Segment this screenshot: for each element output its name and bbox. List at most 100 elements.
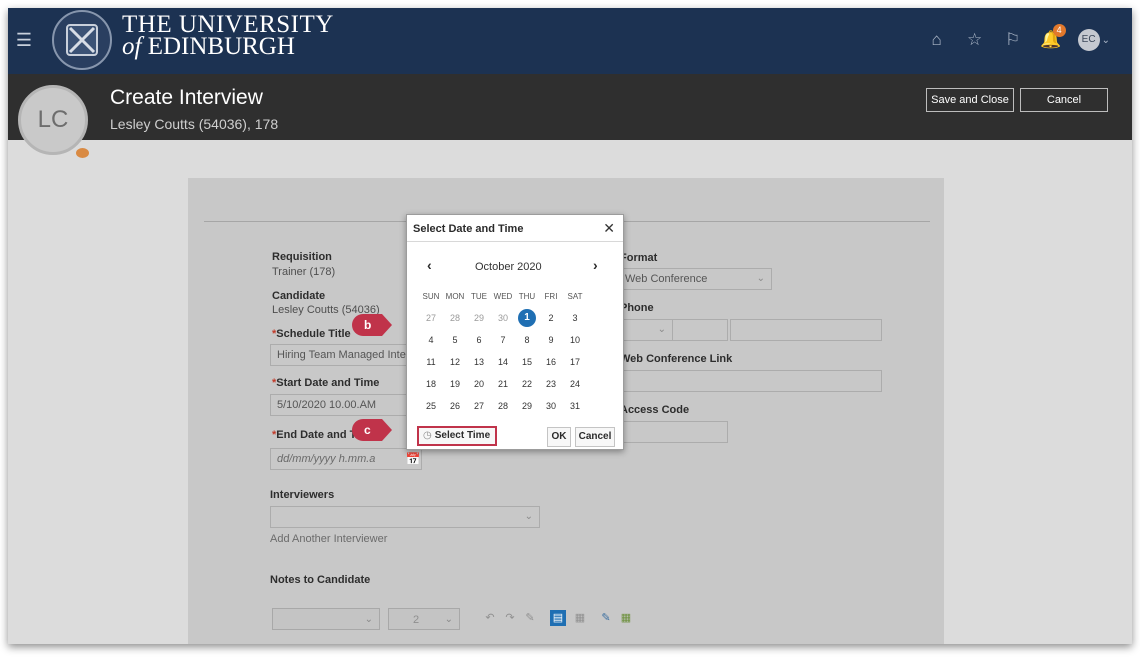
redo-icon[interactable]: ↷ bbox=[502, 610, 518, 626]
callout-c: c bbox=[352, 419, 392, 441]
cancel-button[interactable]: Cancel bbox=[1020, 88, 1108, 112]
phone-area-input[interactable] bbox=[672, 319, 728, 341]
access-code-input[interactable] bbox=[618, 421, 728, 443]
calendar-day[interactable]: 18 bbox=[419, 379, 443, 389]
calendar-day[interactable]: 11 bbox=[419, 357, 443, 367]
chevron-down-icon: ⌄ bbox=[444, 614, 453, 625]
calendar-day[interactable]: 26 bbox=[443, 401, 467, 411]
start-date-input[interactable]: 5/10/2020 10.00.AM bbox=[270, 394, 410, 416]
web-conference-link-input[interactable] bbox=[618, 370, 882, 392]
flag-icon[interactable]: ⚐ bbox=[1002, 29, 1024, 51]
select-date-time-dialog: Select Date and Time ✕ ‹ October 2020 › … bbox=[406, 214, 624, 450]
callout-b: b bbox=[352, 314, 392, 336]
calendar-day[interactable]: 9 bbox=[539, 335, 563, 345]
calendar-day[interactable]: 24 bbox=[563, 379, 587, 389]
spellcheck-icon[interactable]: ✎ bbox=[598, 610, 614, 626]
calendar-day[interactable]: 7 bbox=[491, 335, 515, 345]
previous-month-icon[interactable]: ‹ bbox=[427, 257, 432, 273]
eraser-icon[interactable]: ✎ bbox=[522, 610, 538, 626]
add-interviewer-link[interactable]: Add Another Interviewer bbox=[270, 533, 387, 545]
calendar-day[interactable]: 25 bbox=[419, 401, 443, 411]
notification-badge: 4 bbox=[1052, 24, 1066, 37]
calendar-week: 27 28 29 30 1 2 3 bbox=[419, 307, 615, 329]
calendar-day[interactable]: 3 bbox=[563, 313, 587, 323]
calendar-day[interactable]: 17 bbox=[563, 357, 587, 367]
interviewers-label: Interviewers bbox=[270, 489, 335, 501]
calendar-day[interactable]: 30 bbox=[491, 313, 515, 323]
calendar-day[interactable]: 6 bbox=[467, 335, 491, 345]
end-date-input[interactable]: dd/mm/yyyy h.mm.a bbox=[270, 448, 422, 470]
weekday-mon: MON bbox=[445, 291, 465, 301]
calendar-day[interactable]: 28 bbox=[491, 401, 515, 411]
calendar-day[interactable]: 2 bbox=[539, 313, 563, 323]
select-time-button[interactable]: ◷ Select Time bbox=[417, 426, 497, 446]
schedule-title-label: *Schedule Title bbox=[272, 328, 351, 340]
month-year: October 2020 bbox=[475, 261, 542, 273]
font-size-select[interactable]: 2 ⌄ bbox=[388, 608, 460, 630]
weekday-fri: FRI bbox=[544, 291, 558, 301]
candidate-label: Candidate bbox=[272, 290, 326, 302]
calendar-day[interactable]: 5 bbox=[443, 335, 467, 345]
font-family-select[interactable]: ⌄ bbox=[272, 608, 380, 630]
source-view-icon[interactable]: ▤ bbox=[550, 610, 566, 626]
phone-country-select[interactable]: ⌄ bbox=[618, 319, 673, 341]
ok-button[interactable]: OK bbox=[547, 427, 571, 447]
calendar-week: 25 26 27 28 29 30 31 bbox=[419, 395, 615, 417]
calendar-week: 11 12 13 14 15 16 17 bbox=[419, 351, 615, 373]
user-avatar: EC bbox=[1077, 29, 1100, 51]
calendar-day[interactable]: 8 bbox=[515, 335, 539, 345]
preview-icon[interactable]: ▦ bbox=[572, 610, 588, 626]
schedule-title-input[interactable]: Hiring Team Managed Inte bbox=[270, 344, 410, 366]
requisition-value: Trainer (178) bbox=[272, 266, 336, 278]
format-select[interactable]: Web Conference ⌄ bbox=[618, 268, 772, 290]
university-brand: THE UNIVERSITY of EDINBURGH bbox=[122, 12, 334, 59]
favorites-star-icon[interactable]: ☆ bbox=[964, 29, 986, 51]
menu-icon[interactable]: ☰ bbox=[14, 30, 34, 50]
dialog-cancel-button[interactable]: Cancel bbox=[575, 427, 615, 447]
calendar-day[interactable]: 22 bbox=[515, 379, 539, 389]
calendar-day[interactable]: 4 bbox=[419, 335, 443, 345]
interviewers-select[interactable]: ⌄ bbox=[270, 506, 540, 528]
calendar-day[interactable]: 16 bbox=[539, 357, 563, 367]
calendar-day-selected[interactable]: 1 bbox=[515, 309, 539, 327]
calendar-day[interactable]: 13 bbox=[467, 357, 491, 367]
clock-icon: ◷ bbox=[423, 430, 432, 441]
calendar-day[interactable]: 29 bbox=[515, 401, 539, 411]
calendar-day[interactable]: 23 bbox=[539, 379, 563, 389]
web-conference-link-label: Web Conference Link bbox=[620, 353, 733, 365]
chevron-down-icon: ⌄ bbox=[657, 324, 666, 335]
calendar-day[interactable]: 12 bbox=[443, 357, 467, 367]
calendar-day[interactable]: 19 bbox=[443, 379, 467, 389]
status-dot bbox=[76, 148, 89, 158]
calendar-day[interactable]: 30 bbox=[539, 401, 563, 411]
app-window: ☰ THE UNIVERSITY of EDINBURGH ⌂ ☆ ⚐ 🔔 4 E… bbox=[8, 8, 1132, 644]
calendar-day[interactable]: 27 bbox=[419, 313, 443, 323]
select-time-label: Select Time bbox=[434, 430, 491, 441]
calendar-icon[interactable]: 📅 bbox=[404, 450, 422, 468]
calendar-day[interactable]: 28 bbox=[443, 313, 467, 323]
chevron-down-icon: ⌄ bbox=[1101, 34, 1110, 46]
phone-number-input[interactable] bbox=[730, 319, 882, 341]
calendar-day[interactable]: 29 bbox=[467, 313, 491, 323]
calendar-day[interactable]: 21 bbox=[491, 379, 515, 389]
top-bar: ☰ THE UNIVERSITY of EDINBURGH ⌂ ☆ ⚐ 🔔 4 E… bbox=[8, 8, 1132, 74]
page-title: Create Interview bbox=[110, 86, 263, 109]
calendar-day[interactable]: 10 bbox=[563, 335, 587, 345]
notes-label: Notes to Candidate bbox=[270, 574, 371, 586]
close-icon[interactable]: ✕ bbox=[603, 220, 615, 237]
calendar-day[interactable]: 20 bbox=[467, 379, 491, 389]
calendar-week: 4 5 6 7 8 9 10 bbox=[419, 329, 615, 351]
table-icon[interactable]: ▦ bbox=[618, 610, 634, 626]
calendar-day[interactable]: 31 bbox=[563, 401, 587, 411]
start-date-label: *Start Date and Time bbox=[272, 377, 379, 389]
next-month-icon[interactable]: › bbox=[593, 257, 598, 273]
home-icon[interactable]: ⌂ bbox=[926, 29, 948, 51]
calendar-day[interactable]: 15 bbox=[515, 357, 539, 367]
format-value: Web Conference bbox=[625, 273, 708, 285]
notifications-icon[interactable]: 🔔 4 bbox=[1040, 24, 1066, 51]
calendar-day[interactable]: 27 bbox=[467, 401, 491, 411]
save-and-close-button[interactable]: Save and Close bbox=[926, 88, 1014, 112]
user-menu[interactable]: EC ⌄ bbox=[1077, 29, 1110, 51]
calendar-day[interactable]: 14 bbox=[491, 357, 515, 367]
undo-icon[interactable]: ↶ bbox=[482, 610, 498, 626]
